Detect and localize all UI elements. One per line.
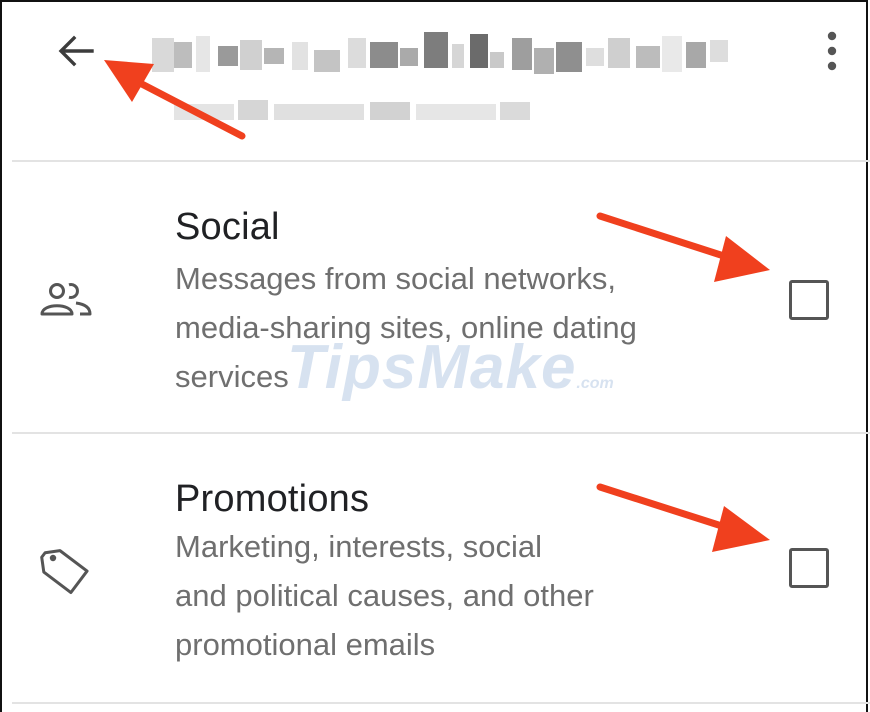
blurred-title (152, 32, 732, 78)
category-description: Marketing, interests, social and politic… (175, 529, 594, 662)
settings-screen: Social Messages from social networks, me… (0, 0, 870, 712)
app-bar (2, 2, 866, 98)
category-description: Messages from social networks, media-sha… (175, 261, 637, 394)
previous-row-description-blurred (174, 100, 574, 122)
tag-icon (38, 542, 94, 598)
category-row-promotions[interactable]: Promotions Marketing, interests, social … (2, 434, 866, 702)
category-label: Social (175, 206, 280, 248)
promotions-checkbox[interactable] (789, 548, 829, 588)
category-label: Promotions (175, 478, 370, 520)
social-checkbox[interactable] (789, 280, 829, 320)
people-icon (38, 272, 94, 328)
back-button[interactable] (46, 24, 102, 80)
arrow-back-icon (58, 35, 94, 67)
more-vert-icon (827, 31, 837, 71)
divider (12, 702, 870, 704)
category-row-social[interactable]: Social Messages from social networks, me… (2, 162, 866, 432)
more-options-button[interactable] (810, 24, 854, 80)
